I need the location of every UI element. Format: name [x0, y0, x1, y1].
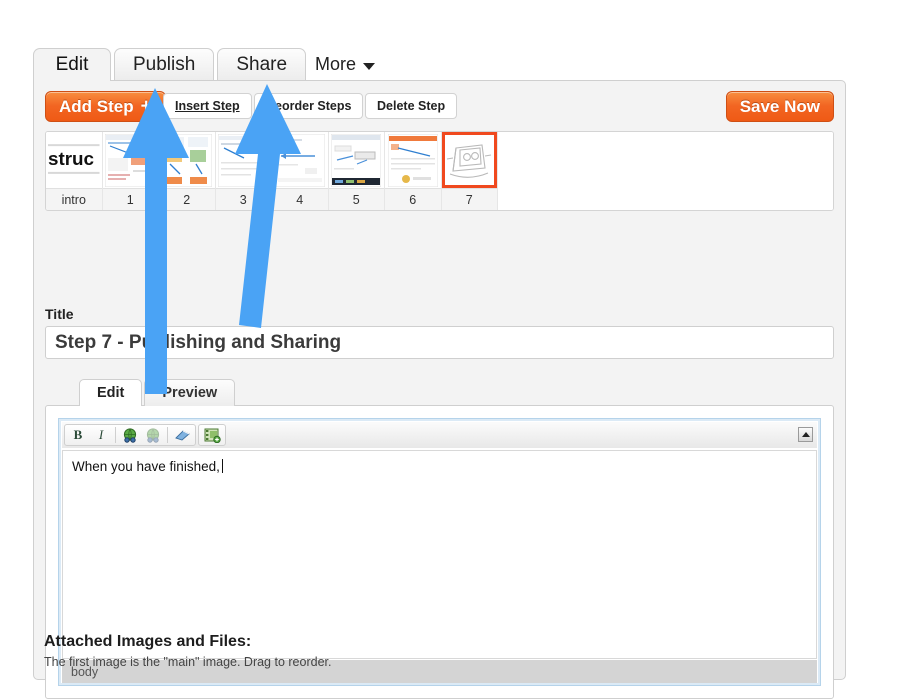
- thumbnail-image-4: [272, 132, 328, 189]
- add-step-button[interactable]: Add Step +: [45, 91, 166, 122]
- primary-tab-bar: Edit Publish Share More: [33, 47, 846, 82]
- step-thumbnail-7[interactable]: 7: [441, 132, 498, 210]
- bold-glyph: B: [73, 427, 83, 442]
- tab-share[interactable]: Share: [217, 48, 307, 81]
- editor-body-text: When you have finished,: [72, 459, 220, 474]
- tab-more[interactable]: More: [309, 48, 381, 81]
- step-thumbnail-strip: struc intro 1 2 3 4 5 6 7: [45, 131, 834, 211]
- step-label-4: 4: [272, 188, 328, 210]
- step-editor-panel: Add Step + Insert Step Reorder Steps Del…: [33, 80, 846, 699]
- tab-more-label: More: [315, 54, 357, 74]
- insert-image-icon[interactable]: [201, 425, 223, 445]
- step-thumbnail-intro[interactable]: struc intro: [46, 132, 103, 210]
- italic-icon[interactable]: I: [90, 425, 112, 445]
- subtab-edit-label: Edit: [97, 385, 125, 401]
- insert-step-button[interactable]: Insert Step: [163, 93, 252, 119]
- tab-edit[interactable]: Edit: [33, 48, 111, 82]
- thumbnail-image-1: [102, 132, 158, 189]
- editor-body-textarea[interactable]: When you have finished,: [62, 450, 817, 659]
- attachments-subtext: The first image is the "main" image. Dra…: [44, 655, 332, 669]
- bold-icon[interactable]: B: [67, 425, 89, 445]
- step-label-2: 2: [159, 188, 215, 210]
- triangle-up-icon: [801, 432, 810, 437]
- step-thumbnail-1[interactable]: 1: [102, 132, 159, 210]
- toolbar-divider-1: [115, 427, 116, 443]
- formatting-button-group: B I: [64, 424, 196, 446]
- tab-share-label: Share: [236, 54, 288, 75]
- save-now-button[interactable]: Save Now: [725, 91, 834, 122]
- delete-step-button[interactable]: Delete Step: [365, 93, 458, 119]
- link-icon[interactable]: [119, 425, 141, 445]
- reorder-steps-button[interactable]: Reorder Steps: [254, 93, 364, 119]
- add-step-label: Add Step: [59, 96, 134, 116]
- tab-edit-label: Edit: [55, 54, 89, 75]
- step-label-3: 3: [215, 188, 271, 210]
- title-input-value: Step 7 - Publishing and Sharing: [55, 331, 342, 353]
- subtab-preview-label: Preview: [162, 385, 218, 401]
- step-action-toolbar: Add Step + Insert Step Reorder Steps Del…: [45, 91, 834, 123]
- editor-scroll-up-button[interactable]: [798, 427, 813, 442]
- media-button-group: [198, 424, 226, 446]
- step-thumbnail-5[interactable]: 5: [328, 132, 385, 210]
- step-thumbnail-3[interactable]: 3: [215, 132, 272, 210]
- thumbnail-image-2: [159, 132, 215, 189]
- reorder-steps-label: Reorder Steps: [266, 99, 352, 113]
- thumbnail-image-6: [385, 132, 441, 189]
- rich-text-toolbar: B I: [62, 422, 817, 448]
- step-label-5: 5: [328, 188, 384, 210]
- step-thumbnail-4[interactable]: 4: [272, 132, 329, 210]
- svg-text:struc: struc: [48, 148, 94, 169]
- subtab-preview[interactable]: Preview: [144, 379, 236, 406]
- attachments-heading: Attached Images and Files:: [44, 633, 252, 650]
- title-field-label: Title: [45, 306, 74, 322]
- remove-format-icon[interactable]: [171, 425, 193, 445]
- thumbnail-image-7-robot: [441, 132, 497, 189]
- step-label-1: 1: [102, 188, 158, 210]
- subtab-edit[interactable]: Edit: [79, 379, 143, 406]
- step-label-6: 6: [385, 188, 441, 210]
- save-now-label: Save Now: [739, 96, 820, 116]
- step-strip-empty-space: [498, 132, 833, 210]
- insert-step-label: Insert Step: [175, 99, 240, 113]
- step-label-intro: intro: [46, 188, 102, 210]
- step-thumbnail-6[interactable]: 6: [385, 132, 442, 210]
- text-cursor: [221, 459, 223, 473]
- unlink-icon[interactable]: [142, 425, 164, 445]
- toolbar-divider-2: [167, 427, 168, 443]
- italic-glyph: I: [98, 427, 104, 442]
- editor-subtab-bar: Edit Preview: [79, 379, 236, 406]
- title-input[interactable]: Step 7 - Publishing and Sharing: [45, 326, 834, 359]
- step-thumbnail-2[interactable]: 2: [159, 132, 216, 210]
- thumbnail-image-3: [215, 132, 271, 189]
- thumbnail-image-5: [328, 132, 384, 189]
- chevron-down-icon: [363, 62, 376, 70]
- tab-publish[interactable]: Publish: [114, 48, 215, 81]
- step-label-7: 7: [441, 188, 497, 210]
- plus-icon: +: [140, 96, 152, 117]
- tab-publish-label: Publish: [133, 54, 196, 75]
- delete-step-label: Delete Step: [377, 99, 446, 113]
- thumbnail-image-intro: struc: [46, 132, 102, 189]
